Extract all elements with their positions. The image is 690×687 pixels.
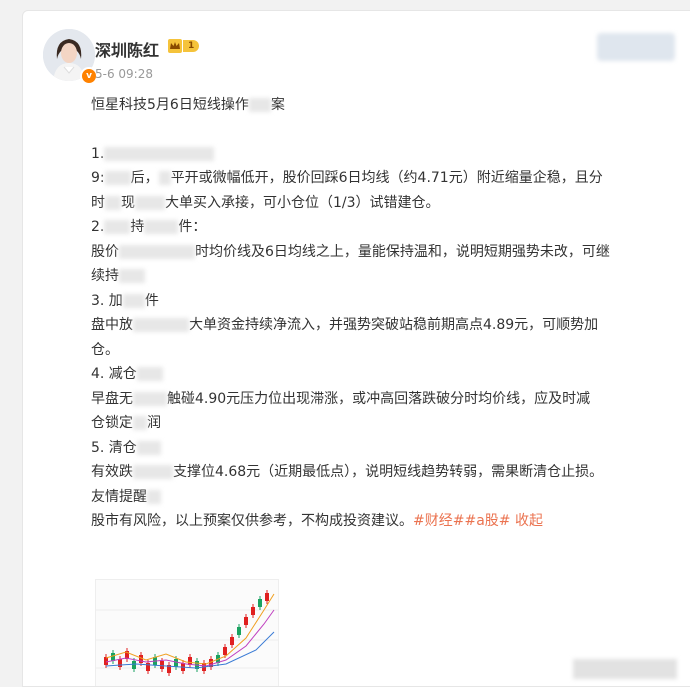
section-1-line-1: 9: 后， 平开或微幅低开，股价回踩6日均线（约4.71元）附近缩量企稳，且分: [91, 170, 603, 186]
stock-chart-image[interactable]: [95, 579, 279, 686]
section-5-line-1: 有效跌 支撑位4.68元（近期最低点），说明短线趋势转弱，需果断清仓止损。: [91, 464, 604, 480]
candle-body: [146, 663, 150, 671]
post-time[interactable]: 5-6 09:28: [95, 67, 153, 81]
section-1-heading: 1.: [91, 142, 690, 167]
collapse-link[interactable]: 收起: [515, 513, 543, 529]
candle-body: [174, 659, 178, 667]
section-5-heading: 5. 清仓: [91, 436, 690, 461]
candle-body: [237, 627, 241, 635]
crown-icon: [168, 39, 182, 53]
candle-body: [230, 637, 234, 645]
section-4-line-1: 早盘无 触碰4.90元压力位出现滞涨，或冲高回落跌破分时均价线，应及时减: [91, 390, 591, 407]
post-content: 恒星科技5月6日短线操作案 1. 9: 后， 平开或微幅低开，股价回踩6日均线（约4…: [91, 93, 690, 534]
section-3-heading: 3. 加件: [91, 292, 159, 309]
candle-body: [111, 653, 115, 661]
candlestick-thumbnail: [96, 580, 278, 686]
section-2-line-2: 续持: [91, 264, 690, 289]
candle-body: [104, 657, 108, 665]
follow-button-blurred[interactable]: [597, 33, 677, 63]
candle-body: [244, 617, 248, 625]
author-name[interactable]: 深圳陈红: [95, 37, 159, 61]
disclaimer-line: 股市有风险，以上预案仅供参考，不构成投资建议。#财经##a股# 收起: [91, 513, 543, 529]
more-images-blurred[interactable]: [573, 658, 683, 686]
section-2-heading: 2. 持件：: [91, 219, 207, 235]
candle-body: [265, 593, 269, 601]
candle-body: [118, 659, 122, 667]
tip-heading: 友情提醒: [91, 485, 690, 510]
section-4-heading: 4. 减仓: [91, 362, 690, 387]
candle-body: [223, 647, 227, 655]
candle-body: [251, 607, 255, 615]
member-level-badge[interactable]: 1: [168, 39, 208, 53]
weibo-post-card: v 深圳陈红 1 5-6 09:28 恒星科技5月6日短线操作案 1. 9: 后，…: [22, 10, 690, 687]
candle-body: [258, 599, 262, 607]
candle-body: [160, 661, 164, 669]
section-1-line-2: 时现大单买入承接，可小仓位（1/3）试错建仓。: [91, 194, 440, 211]
section-4-line-2: 仓锁定润: [91, 415, 161, 431]
topic-tags[interactable]: #财经##a股#: [413, 513, 511, 529]
level-number: 1: [183, 40, 200, 52]
section-3-line-1: 盘中放 大单资金持续净流入，并强势突破站稳前期高点4.89元，可顺势加: [91, 317, 599, 333]
section-3-line-2: 仓。: [91, 341, 119, 358]
candle-body: [132, 661, 136, 669]
section-2-line-1: 股价 时均价线及6日均线之上，量能保持温和，说明短期强势未改，可继: [91, 243, 610, 260]
post-title-line: 恒星科技5月6日短线操作案: [91, 97, 285, 113]
